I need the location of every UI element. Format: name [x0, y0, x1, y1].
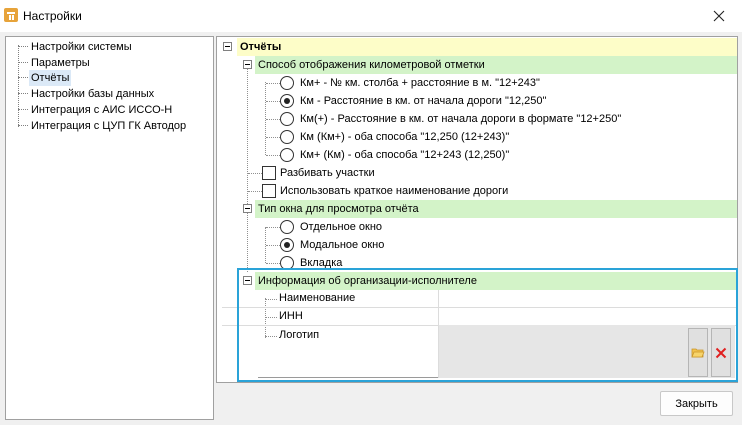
- radio-button[interactable]: [280, 130, 294, 144]
- option-label: Км(+) - Расстояние в км. от начала дорог…: [300, 113, 622, 125]
- sidebar-item-label: Отчёты: [29, 70, 72, 86]
- title-bar: Настройки: [0, 0, 742, 32]
- collapse-icon[interactable]: [243, 204, 252, 213]
- org-inn-field[interactable]: [440, 308, 735, 325]
- radio-button[interactable]: [280, 112, 294, 126]
- category-title: Тип окна для просмотра отчёта: [255, 200, 737, 218]
- radio-km-option-4[interactable]: Км (Км+) - оба способа "12,250 (12+243)": [217, 128, 737, 146]
- category-title: Способ отображения километровой отметки: [255, 56, 737, 74]
- sidebar-item-label: Настройки базы данных: [31, 88, 155, 100]
- category-org-info: Информация об организации-исполнителе: [217, 272, 737, 290]
- clear-logo-button[interactable]: [711, 328, 731, 377]
- category-title: Отчёты: [237, 38, 737, 56]
- category-reports: Отчёты: [217, 38, 737, 56]
- org-inn-label: ИНН: [279, 310, 303, 322]
- radio-km-option-3[interactable]: Км(+) - Расстояние в км. от начала дорог…: [217, 110, 737, 128]
- sidebar-item-label: Интеграция с АИС ИССО-Н: [31, 104, 173, 116]
- sidebar-item-label: Интеграция с ЦУП ГК Автодор: [31, 120, 187, 132]
- radio-button[interactable]: [280, 94, 294, 108]
- radio-window-tab[interactable]: Вкладка: [217, 254, 737, 272]
- option-label: Разбивать участки: [280, 167, 375, 179]
- option-label: Км+ (Км) - оба способа "12+243 (12,250)": [300, 149, 510, 161]
- open-logo-button[interactable]: [688, 328, 708, 377]
- org-name-label: Наименование: [279, 292, 356, 304]
- checkbox[interactable]: [262, 184, 276, 198]
- option-label: Км (Км+) - оба способа "12,250 (12+243)": [300, 131, 510, 143]
- option-label: Вкладка: [300, 257, 343, 269]
- option-label: Модальное окно: [300, 239, 385, 251]
- radio-km-option-1[interactable]: Км+ - № км. столба + расстояние в м. "12…: [217, 74, 737, 92]
- settings-tree: Настройки системы Параметры Отчёты Настр…: [5, 36, 214, 420]
- radio-button[interactable]: [280, 148, 294, 162]
- road-sign-icon: [4, 8, 18, 22]
- option-label: Км - Расстояние в км. от начала дороги "…: [300, 95, 547, 107]
- option-label: Км+ - № км. столба + расстояние в м. "12…: [300, 77, 540, 89]
- radio-button[interactable]: [280, 220, 294, 234]
- category-km-display: Способ отображения километровой отметки: [217, 56, 737, 74]
- collapse-icon[interactable]: [243, 60, 252, 69]
- radio-km-option-2[interactable]: Км - Расстояние в км. от начала дороги "…: [217, 92, 737, 110]
- folder-open-icon: [691, 348, 705, 357]
- org-name-field[interactable]: [440, 290, 735, 307]
- category-report-window: Тип окна для просмотра отчёта: [217, 200, 737, 218]
- radio-km-option-5[interactable]: Км+ (Км) - оба способа "12+243 (12,250)": [217, 146, 737, 164]
- window-title: Настройки: [23, 9, 82, 23]
- sidebar-item-label: Настройки системы: [31, 41, 132, 53]
- radio-window-separate[interactable]: Отдельное окно: [217, 218, 737, 236]
- option-label: Использовать краткое наименование дороги: [280, 185, 509, 197]
- close-button[interactable]: Закрыть: [660, 391, 733, 416]
- radio-button[interactable]: [280, 256, 294, 270]
- collapse-icon[interactable]: [243, 276, 252, 285]
- window-close-button[interactable]: [696, 0, 742, 32]
- org-logo-label: Логотип: [279, 329, 320, 341]
- option-label: Отдельное окно: [300, 221, 383, 233]
- close-icon: [713, 10, 725, 22]
- radio-button[interactable]: [280, 238, 294, 252]
- radio-button[interactable]: [280, 76, 294, 90]
- radio-window-modal[interactable]: Модальное окно: [217, 236, 737, 254]
- checkbox[interactable]: [262, 166, 276, 180]
- category-title: Информация об организации-исполнителе: [255, 272, 737, 290]
- delete-x-icon: [715, 347, 727, 358]
- collapse-icon[interactable]: [223, 42, 232, 51]
- checkbox-short-road-name[interactable]: Использовать краткое наименование дороги: [217, 182, 737, 200]
- tree-connector-line: [18, 45, 19, 127]
- checkbox-split-sections[interactable]: Разбивать участки: [217, 164, 737, 182]
- sidebar-item-label: Параметры: [31, 57, 90, 69]
